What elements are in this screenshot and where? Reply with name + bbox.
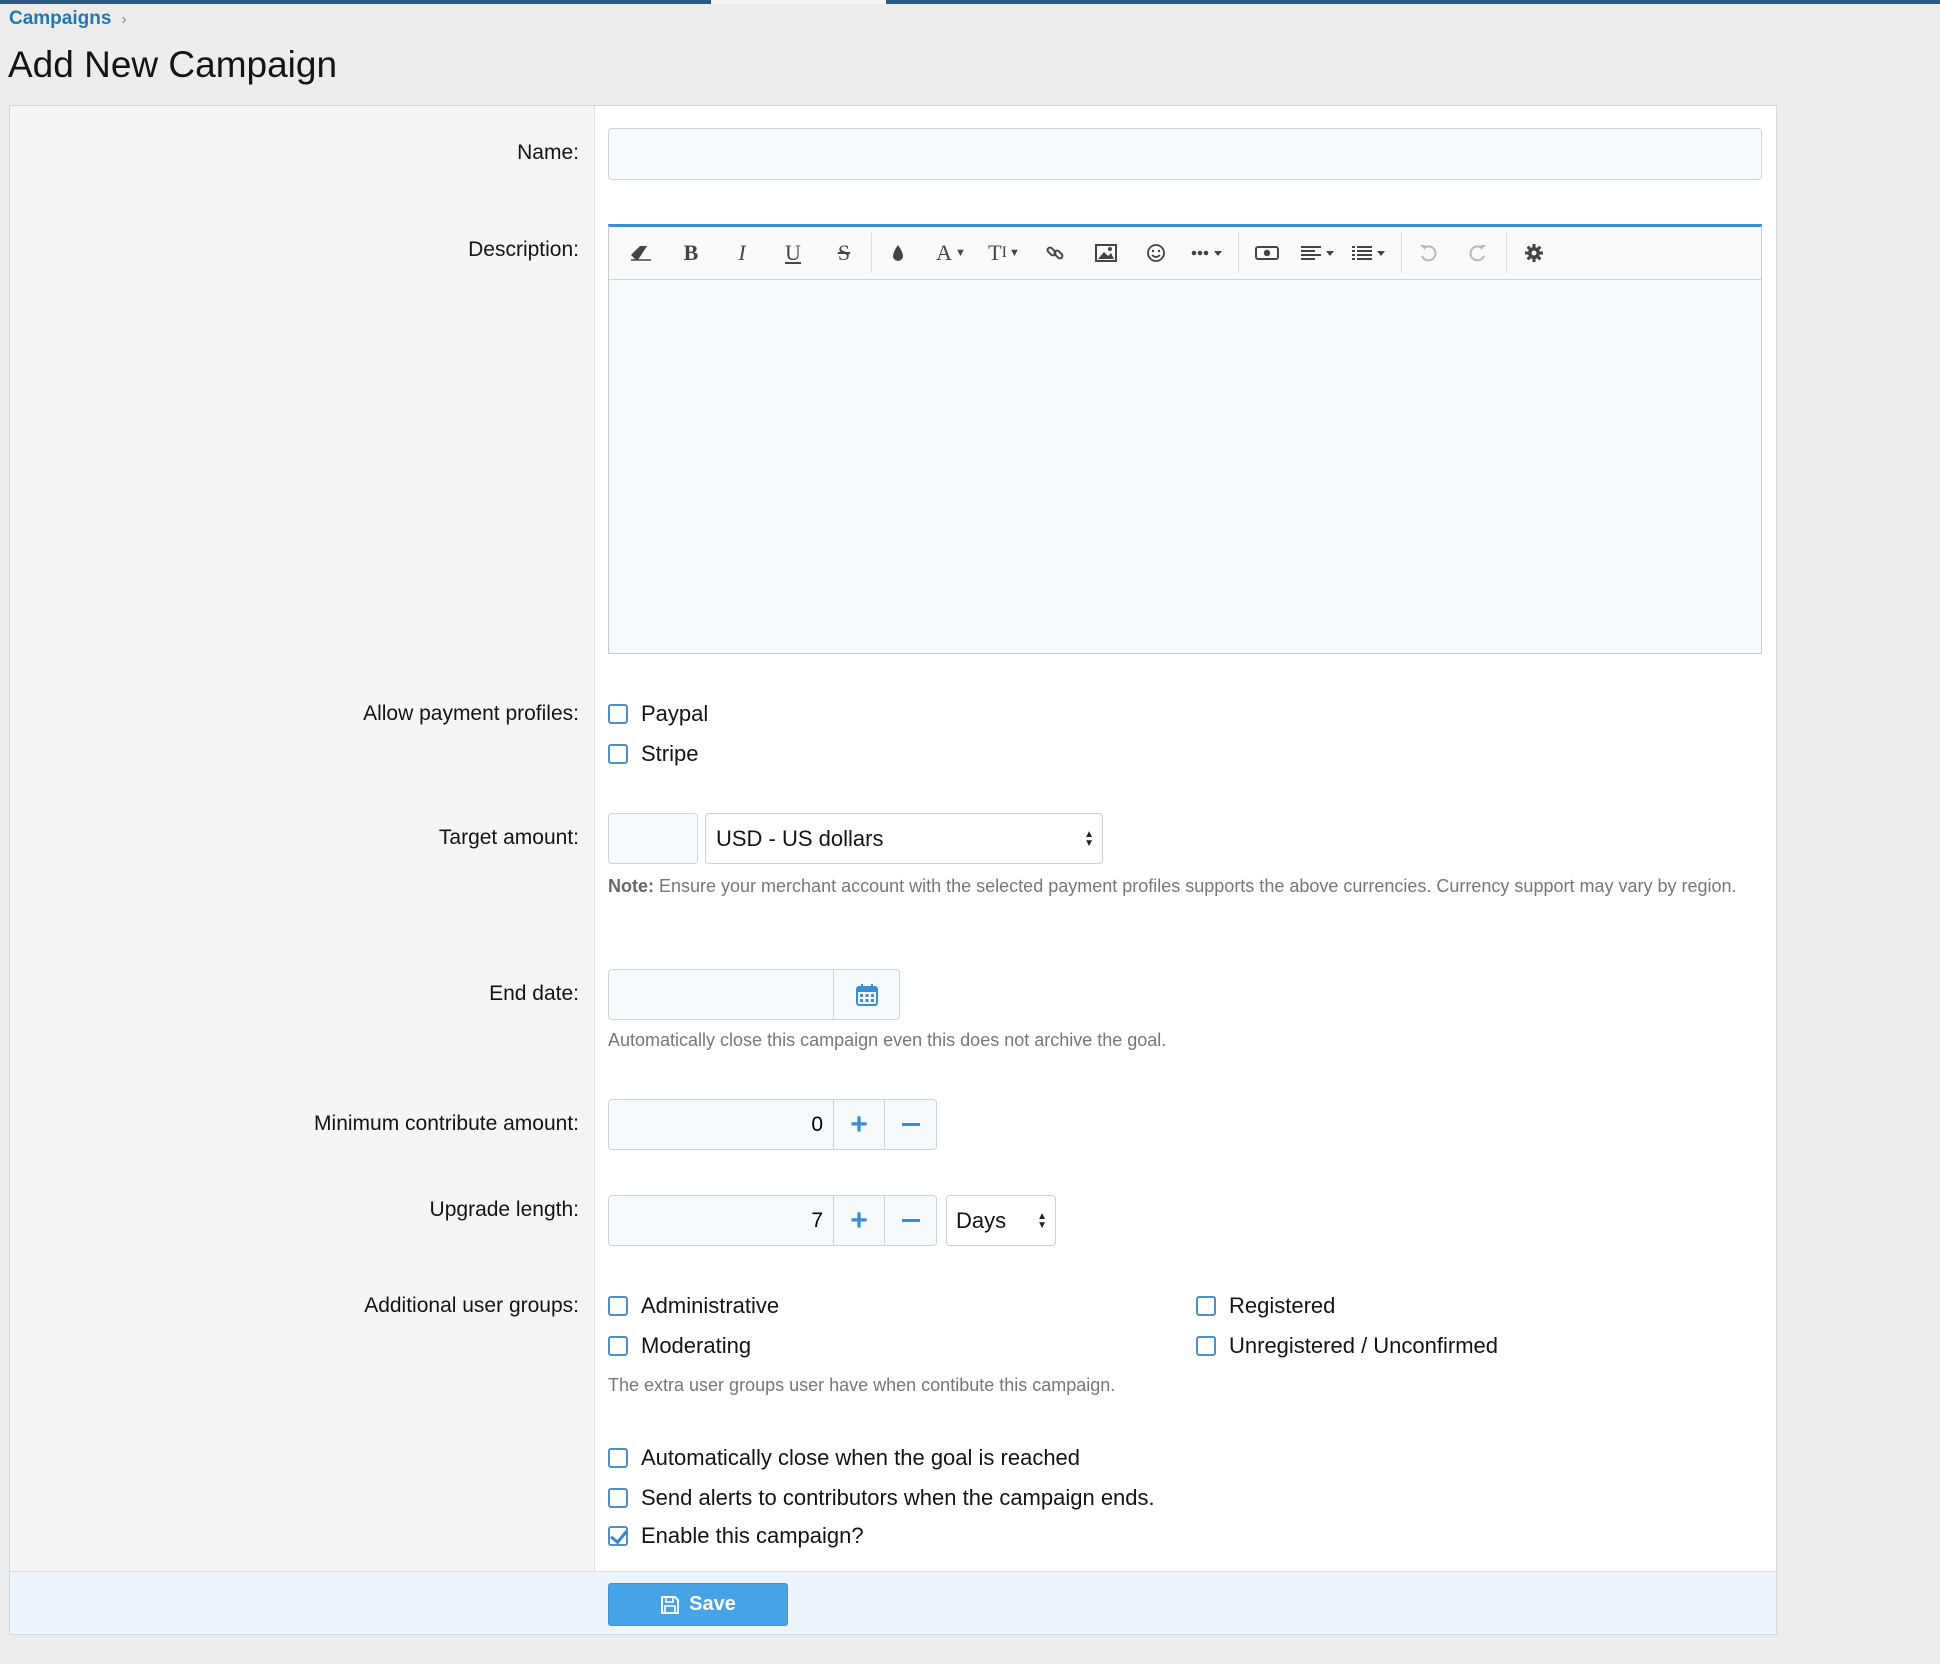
top-bar-active-segment (711, 0, 886, 4)
administrative-checkbox[interactable] (608, 1296, 628, 1316)
min-amount-label: Minimum contribute amount: (314, 1112, 579, 1135)
name-field-wrap (608, 128, 1762, 180)
breadcrumb: Campaigns › (9, 8, 127, 30)
font-size-icon[interactable]: T I ▼ (979, 227, 1029, 279)
enable-campaign-checkbox[interactable] (608, 1526, 628, 1546)
image-icon[interactable] (1086, 227, 1126, 279)
moderating-checkbox[interactable] (608, 1336, 628, 1356)
auto-close-checkbox[interactable] (608, 1448, 628, 1468)
text-color-icon[interactable] (878, 227, 918, 279)
end-date-input[interactable] (609, 970, 833, 1019)
upgrade-length-label: Upgrade length: (429, 1198, 579, 1221)
enable-campaign-label: Enable this campaign? (641, 1523, 864, 1548)
registered-checkbox[interactable] (1196, 1296, 1216, 1316)
link-icon[interactable] (1035, 227, 1075, 279)
select-arrows-icon: ▲ ▼ (1037, 1210, 1047, 1231)
undo-icon[interactable] (1408, 227, 1448, 279)
upgrade-length-wrap (608, 1195, 834, 1246)
align-icon[interactable] (1295, 227, 1343, 279)
more-options-icon[interactable] (1184, 227, 1232, 279)
smiley-icon[interactable] (1136, 227, 1176, 279)
select-arrows-icon: ▲ ▼ (1084, 828, 1094, 849)
breadcrumb-campaigns-link[interactable]: Campaigns (9, 8, 111, 29)
send-alerts-checkbox[interactable] (608, 1488, 628, 1508)
underline-icon[interactable]: U (773, 227, 813, 279)
minus-icon (901, 1122, 920, 1126)
target-amount-label: Target amount: (438, 826, 579, 849)
administrative-label: Administrative (641, 1293, 780, 1318)
calendar-button[interactable] (833, 969, 900, 1020)
min-amount-input[interactable] (609, 1100, 833, 1149)
user-groups-hint: The extra user groups user have when con… (608, 1375, 1116, 1395)
calendar-icon (855, 983, 878, 1006)
currency-value: USD - US dollars (716, 825, 884, 851)
list-icon[interactable] (1346, 227, 1394, 279)
auto-close-label: Automatically close when the goal is rea… (641, 1445, 1081, 1470)
font-family-icon[interactable]: A ▼ (927, 227, 975, 279)
target-amount-input[interactable] (609, 814, 697, 863)
end-date-hint: Automatically close this campaign even t… (608, 1030, 1167, 1050)
top-accent-bar (0, 0, 1940, 4)
upgrade-length-decrement-button[interactable] (884, 1195, 937, 1246)
target-amount-note: Note: Ensure your merchant account with … (608, 873, 1758, 899)
save-button-label: Save (689, 1593, 736, 1615)
description-text-area[interactable] (609, 280, 1761, 653)
note-prefix: Note: (608, 876, 654, 896)
note-text: Ensure your merchant account with the se… (654, 876, 1737, 896)
end-date-wrap (608, 969, 834, 1020)
registered-label: Registered (1229, 1293, 1336, 1318)
page-title: Add New Campaign (8, 44, 338, 85)
unregistered-checkbox[interactable] (1196, 1336, 1216, 1356)
moderating-label: Moderating (641, 1333, 752, 1358)
stripe-checkbox[interactable] (608, 744, 628, 764)
currency-select[interactable]: USD - US dollars ▲ ▼ (705, 813, 1103, 864)
eraser-icon[interactable] (621, 227, 661, 279)
form-footer (10, 1571, 1776, 1634)
payment-profiles-label: Allow payment profiles: (363, 702, 579, 725)
strikethrough-icon[interactable]: S (824, 227, 864, 279)
editor-toolbar: B I U S A ▼ T I ▼ (609, 227, 1761, 280)
min-amount-wrap (608, 1099, 834, 1150)
user-groups-label: Additional user groups: (364, 1294, 579, 1317)
min-amount-decrement-button[interactable] (884, 1099, 937, 1150)
bold-icon[interactable]: B (671, 227, 711, 279)
description-label: Description: (468, 238, 579, 261)
upgrade-length-increment-button[interactable]: + (833, 1195, 885, 1246)
upgrade-unit-value: Days (956, 1207, 1007, 1233)
gear-icon[interactable] (1514, 227, 1554, 279)
name-input[interactable] (609, 129, 1761, 179)
stripe-label: Stripe (641, 741, 699, 766)
send-alerts-label: Send alerts to contributors when the cam… (641, 1485, 1155, 1510)
paypal-checkbox[interactable] (608, 704, 628, 724)
paypal-label: Paypal (641, 701, 709, 726)
unregistered-label: Unregistered / Unconfirmed (1229, 1333, 1499, 1358)
description-editor: B I U S A ▼ T I ▼ (608, 224, 1762, 654)
minus-icon (901, 1218, 920, 1222)
upgrade-unit-select[interactable]: Days ▲ ▼ (946, 1195, 1056, 1246)
min-amount-increment-button[interactable]: + (833, 1099, 885, 1150)
chevron-right-icon: › (121, 11, 127, 28)
target-amount-wrap (608, 813, 698, 864)
name-label: Name: (517, 141, 579, 164)
upgrade-length-input[interactable] (609, 1196, 833, 1245)
floppy-disk-icon (661, 1595, 680, 1614)
end-date-label: End date: (489, 982, 579, 1005)
media-icon[interactable] (1246, 227, 1288, 279)
redo-icon[interactable] (1458, 227, 1498, 279)
italic-icon[interactable]: I (722, 227, 762, 279)
save-button[interactable]: Save (608, 1583, 788, 1626)
